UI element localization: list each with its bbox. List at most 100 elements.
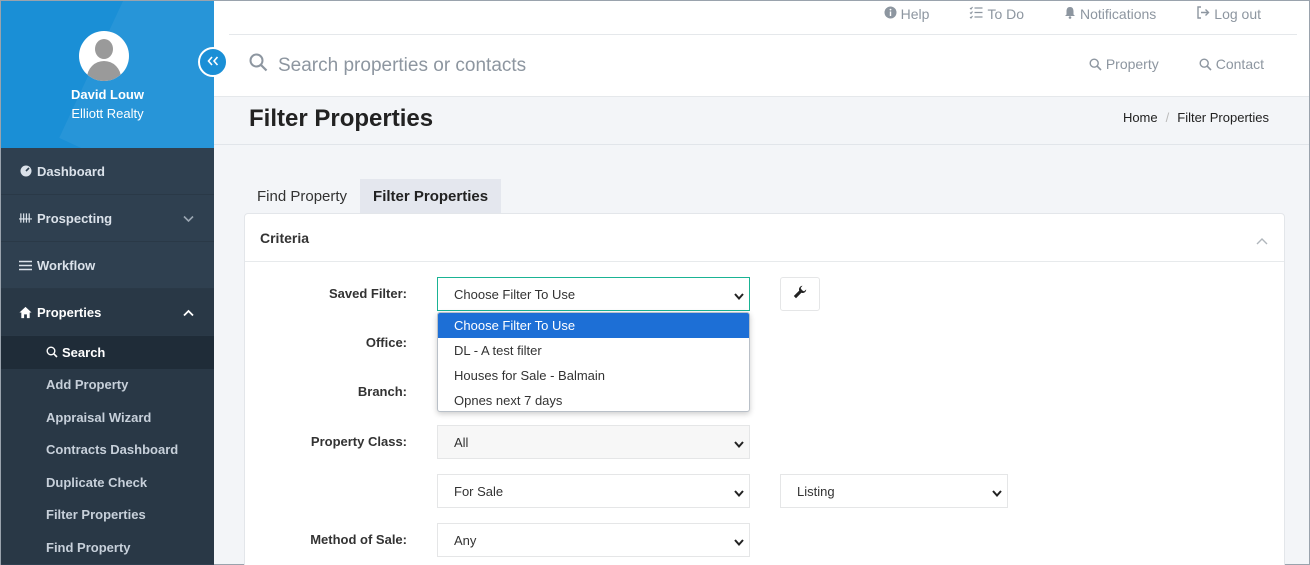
select-value: All: [454, 434, 469, 450]
logout-icon: [1196, 6, 1210, 22]
contact-link-label: Contact: [1215, 56, 1264, 72]
select-value: Choose Filter To Use: [454, 286, 576, 302]
user-name: David Louw: [71, 87, 144, 102]
prospecting-icon: [19, 212, 32, 224]
saved-filter-dropdown: Choose Filter To Use DL - A test filter …: [437, 312, 750, 412]
sidebar-item-workflow[interactable]: Workflow: [1, 242, 214, 289]
dropdown-option[interactable]: DL - A test filter: [438, 338, 749, 363]
breadcrumb-home[interactable]: Home: [1123, 110, 1158, 125]
logout-label: Log out: [1214, 6, 1261, 22]
search-placeholder: Search properties or contacts: [278, 54, 527, 76]
collapse-sidebar-button[interactable]: [198, 47, 228, 77]
help-label: Help: [900, 6, 930, 22]
dropdown-option[interactable]: Houses for Sale - Balmain: [438, 363, 749, 388]
notifications-label: Notifications: [1080, 6, 1157, 22]
sidebar-item-label: Dashboard: [37, 163, 105, 179]
sidebar-item-label: Workflow: [37, 257, 96, 273]
property-class-select[interactable]: All: [437, 425, 750, 459]
sidebar-item-prospecting[interactable]: Prospecting: [1, 195, 214, 242]
chevron-down-icon: [183, 211, 194, 226]
saved-filter-label: Saved Filter:: [328, 286, 407, 301]
dropdown-option[interactable]: Choose Filter To Use: [438, 313, 749, 338]
sidebar-subitem-label: Appraisal Wizard: [46, 409, 152, 425]
property-class-label: Property Class:: [310, 434, 407, 449]
search-icon: [1089, 57, 1102, 71]
select-value: For Sale: [454, 483, 504, 499]
notifications-link[interactable]: Notifications: [1064, 6, 1156, 22]
chevron-down-icon: [734, 535, 744, 550]
breadcrumb: Home / Filter Properties: [1123, 110, 1269, 125]
method-of-sale-select[interactable]: Any: [437, 523, 750, 557]
dropdown-option[interactable]: Opnes next 7 days: [438, 388, 749, 411]
chevron-down-icon: [734, 289, 744, 304]
sidebar-subitem-label: Find Property: [46, 539, 131, 555]
sidebar-subitem-contracts-dashboard[interactable]: Contracts Dashboard: [1, 434, 214, 467]
properties-submenu: Search Add Property Appraisal Wizard Con…: [1, 336, 214, 564]
search-icon: [46, 346, 58, 358]
tab-filter-properties[interactable]: Filter Properties: [360, 179, 502, 213]
chevron-up-icon: [183, 305, 194, 320]
page-title: Filter Properties: [249, 105, 434, 132]
quick-search-links: Property Contact: [1089, 56, 1264, 72]
breadcrumb-separator: /: [1165, 110, 1170, 125]
sidebar-subitem-label: Search: [62, 344, 106, 360]
chevron-down-icon: [992, 486, 1002, 501]
sidebar-item-dashboard[interactable]: Dashboard: [1, 148, 214, 195]
sidebar-subitem-label: Add Property: [46, 377, 129, 393]
dashboard-icon: [19, 165, 32, 177]
top-links: Help To Do Notifications Log out: [884, 6, 1261, 22]
breadcrumb-current: Filter Properties: [1177, 110, 1269, 125]
page-header: Filter Properties Home / Filter Properti…: [214, 96, 1309, 145]
sale-type-select[interactable]: For Sale: [437, 474, 750, 508]
checklist-icon: [969, 6, 983, 22]
sidebar-item-properties[interactable]: Properties: [1, 289, 214, 336]
sidebar-subitem-add-property[interactable]: Add Property: [1, 369, 214, 402]
sidebar-subitem-label: Filter Properties: [46, 507, 146, 523]
help-link[interactable]: Help: [884, 6, 930, 22]
search-icon: [249, 53, 268, 78]
bell-icon: [1064, 6, 1076, 22]
sidebar-item-label: Properties: [37, 304, 102, 320]
chevron-down-icon: [734, 486, 744, 501]
method-of-sale-label: Method of Sale:: [310, 532, 407, 547]
manage-filters-button[interactable]: [780, 277, 820, 311]
property-link-label: Property: [1105, 56, 1159, 72]
divider: [229, 34, 1297, 35]
profile-card: David Louw Elliott Realty: [1, 1, 214, 148]
select-value: Listing: [797, 483, 835, 499]
tab-bar: Find Property Filter Properties: [244, 179, 502, 213]
listing-type-select[interactable]: Listing: [780, 474, 1008, 508]
home-icon: [19, 306, 32, 319]
sidebar-subitem-duplicate-check[interactable]: Duplicate Check: [1, 466, 214, 499]
contact-search-link[interactable]: Contact: [1199, 56, 1264, 72]
criteria-panel: Criteria Saved Filter: Choose Filter To …: [244, 213, 1285, 565]
chevron-down-icon: [734, 437, 744, 452]
saved-filter-select[interactable]: Choose Filter To Use: [437, 277, 750, 311]
user-avatar-icon[interactable]: [79, 31, 129, 81]
sidebar-subitem-filter-properties[interactable]: Filter Properties: [1, 499, 214, 532]
workflow-icon: [19, 260, 32, 271]
panel-title: Criteria: [260, 229, 310, 246]
search-input[interactable]: Search properties or contacts: [249, 53, 526, 78]
sidebar-subitem-label: Contracts Dashboard: [46, 442, 179, 458]
chevron-up-icon[interactable]: [1256, 232, 1268, 248]
todo-link[interactable]: To Do: [969, 6, 1024, 22]
office-label: Office:: [365, 335, 407, 350]
search-icon: [1199, 57, 1212, 71]
property-search-link[interactable]: Property: [1089, 56, 1159, 72]
panel-header[interactable]: Criteria: [245, 214, 1284, 262]
wrench-icon: [793, 285, 807, 304]
sidebar-subitem-find-property[interactable]: Find Property: [1, 531, 214, 564]
sidebar-subitem-appraisal-wizard[interactable]: Appraisal Wizard: [1, 401, 214, 434]
top-bar: Help To Do Notifications Log out Search …: [214, 1, 1309, 96]
sidebar-subitem-search[interactable]: Search: [1, 336, 214, 369]
branch-label: Branch:: [357, 384, 407, 399]
tab-find-property[interactable]: Find Property: [244, 179, 360, 213]
user-company: Elliott Realty: [71, 106, 144, 121]
info-icon: [884, 6, 897, 22]
sidebar: David Louw Elliott Realty Dashboard Pros…: [1, 1, 214, 565]
todo-label: To Do: [987, 6, 1025, 22]
sidebar-subitem-label: Duplicate Check: [46, 474, 148, 490]
select-value: Any: [454, 532, 477, 548]
logout-link[interactable]: Log out: [1196, 6, 1261, 22]
